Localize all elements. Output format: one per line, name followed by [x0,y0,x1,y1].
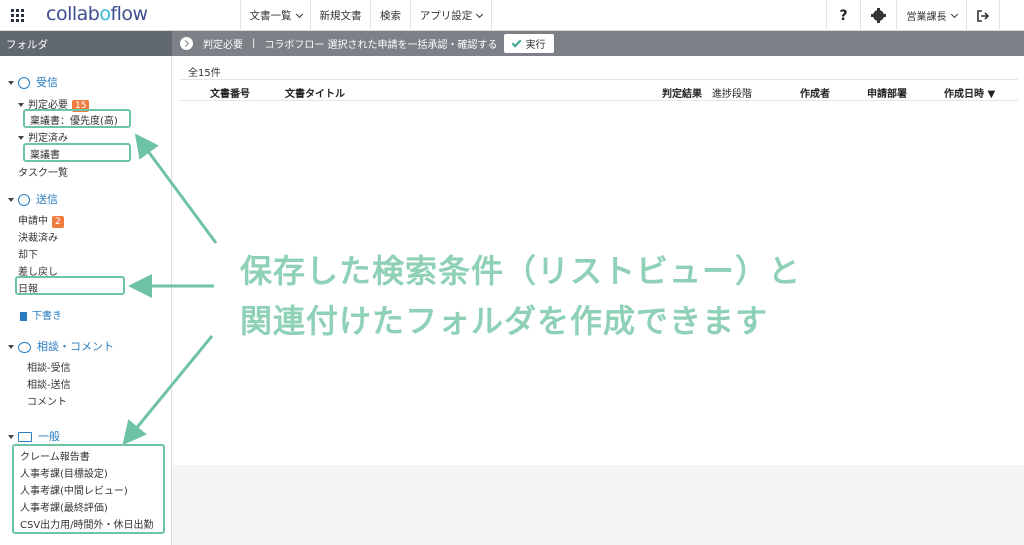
caret-down-icon [18,136,24,140]
callout-line-1: 保存した検索条件（リストビュー）と [240,252,802,290]
nav-search[interactable]: 検索 [370,0,410,31]
arrow-right-icon [180,37,193,50]
count-badge: 2 [52,216,64,228]
column-progress[interactable]: 進捗段階 [712,85,752,100]
column-created-at[interactable]: 作成日時 ▼ [944,85,995,100]
folder-icon [18,432,32,442]
folder-consult-received[interactable]: 相談-受信 [27,359,71,374]
folder-consult-sent[interactable]: 相談-送信 [27,376,71,391]
sidebar-title: フォルダ [0,31,172,56]
app-grid-icon[interactable] [11,9,24,22]
caret-down-icon [8,435,14,439]
help-button[interactable]: ? [826,0,860,31]
chevron-down-icon [950,10,958,18]
folder-approved[interactable]: 決裁済み [18,229,58,244]
chevron-down-icon [295,10,303,18]
caret-down-icon [8,345,14,349]
folder-tasks[interactable]: タスク一覧 [18,164,68,179]
bulk-approve-message: コラボフロー 選択された申請を一括承認・確認する [264,40,498,51]
top-bar: collaboflow 文書一覧 新規文書 検索 アプリ設定 ? 営業課長 [0,0,1024,31]
highlight-box [23,109,131,128]
inbox-icon [18,77,30,89]
logout-icon [977,9,989,22]
column-doc-number[interactable]: 文書番号 [210,85,250,100]
sent-icon [18,194,30,206]
section-inbox[interactable]: 受信 [8,74,58,90]
caret-down-icon [8,198,14,202]
column-author[interactable]: 作成者 [800,85,830,100]
column-department[interactable]: 申請部署 [867,85,907,100]
action-bar: 判定必要 | コラボフロー 選択された申請を一括承認・確認する 実行 [172,31,1024,56]
section-sent[interactable]: 送信 [8,191,58,207]
folder-decided[interactable]: 判定済み [18,129,68,144]
user-menu[interactable]: 営業課長 [896,0,966,31]
folder-rejected[interactable]: 却下 [18,246,38,261]
column-doc-title[interactable]: 文書タイトル [285,85,345,100]
caret-down-icon [18,103,24,107]
execute-button[interactable]: 実行 [503,34,554,53]
help-icon: ? [839,7,848,24]
logo[interactable]: collaboflow [46,3,148,25]
check-icon [511,37,522,47]
nav-documents[interactable]: 文書一覧 [240,0,310,31]
highlight-box [12,444,165,534]
column-decision-result[interactable]: 判定結果 [662,85,702,100]
main-footer-area [172,465,1024,545]
separator: | [252,38,256,49]
highlight-box [15,276,125,295]
callout-line-2: 関連付けたフォルダを作成できます [240,302,769,340]
result-count: 全15件 [188,68,221,79]
nav-app-settings[interactable]: アプリ設定 [410,0,492,31]
table-header: 文書番号 文書タイトル 判定結果 進捗段階 作成者 申請部署 作成日時 ▼ [180,79,1018,101]
logout-button[interactable] [966,0,1000,31]
nav-new-document[interactable]: 新規文書 [310,0,370,31]
gear-icon [871,8,886,23]
chevron-down-icon [476,10,484,18]
current-folder: 判定必要 [203,40,243,51]
folder-comment[interactable]: コメント [27,393,67,408]
settings-button[interactable] [860,0,896,31]
section-consult[interactable]: 相談・コメント [8,338,114,354]
caret-down-icon [8,81,14,85]
document-icon [20,311,27,321]
folder-applying[interactable]: 申請中 2 [18,212,64,228]
folder-drafts[interactable]: 下書き [20,307,62,322]
comment-icon [18,341,31,353]
section-general[interactable]: 一般 [8,428,60,444]
highlight-box [23,143,131,162]
